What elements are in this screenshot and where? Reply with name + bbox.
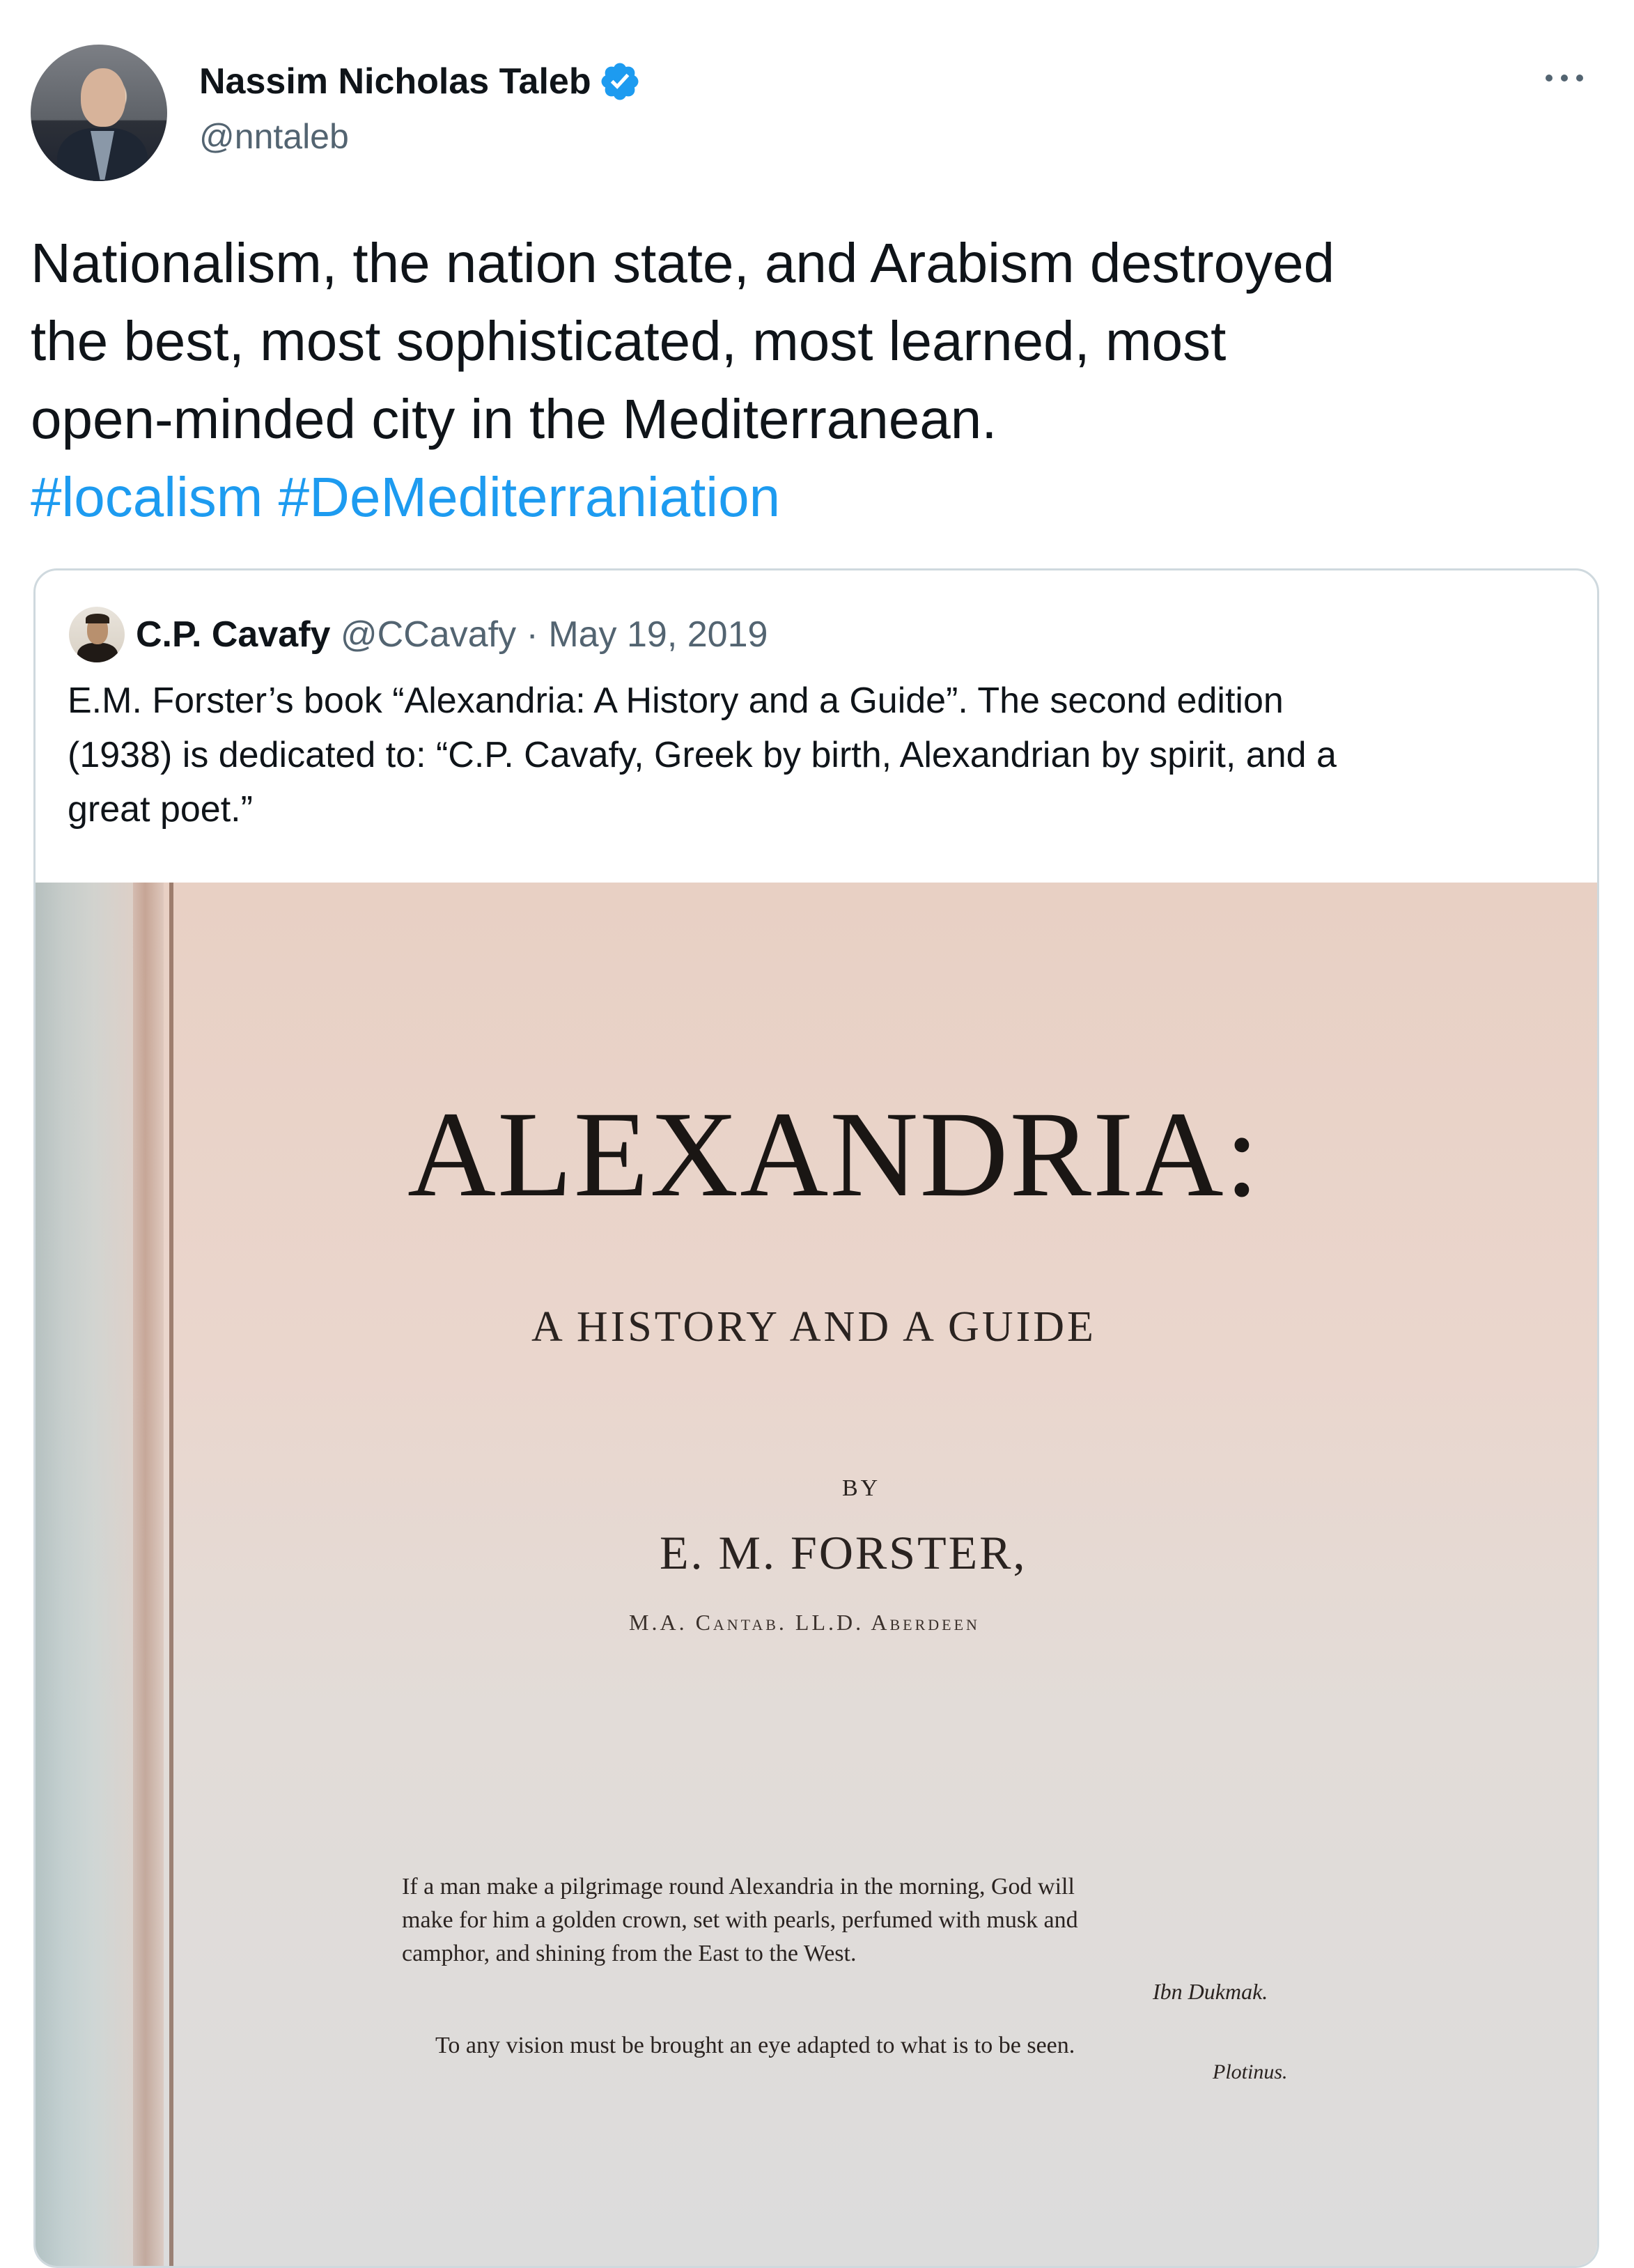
quoted-tweet-image[interactable]: ALEXANDRIA: A HISTORY AND A GUIDE BY E. …: [36, 883, 1597, 2266]
quoted-text-line: great poet.”: [68, 789, 253, 830]
quoted-avatar-hair: [86, 614, 109, 623]
quoted-meta-separator: ·: [526, 614, 538, 655]
author-handle[interactable]: @nntaleb: [199, 116, 349, 157]
tweet-text-line: Nationalism, the nation state, and Arabi…: [31, 232, 1335, 294]
epigraph-line: If a man make a pilgrimage round Alexand…: [402, 1874, 1075, 1900]
epigraph-attribution: Ibn Dukmak.: [1153, 1979, 1268, 2004]
hashtag-link[interactable]: #DeMediterraniation: [279, 466, 780, 528]
more-options-icon[interactable]: [1542, 64, 1587, 92]
author-avatar[interactable]: [31, 45, 167, 181]
book-spine: [133, 883, 164, 2266]
avatar-face: [81, 68, 125, 127]
epigraph-line: make for him a golden crown, set with pe…: [402, 1907, 1078, 1933]
epigraph-2-attribution: Plotinus.: [1213, 2060, 1288, 2083]
quoted-tweet-text: E.M. Forster’s book “Alexandria: A Histo…: [68, 674, 1572, 837]
book-epigraph-2: To any vision must be brought an eye ada…: [435, 2033, 1075, 2058]
quoted-author-avatar[interactable]: [69, 607, 125, 662]
quoted-tweet-card[interactable]: C.P. Cavafy @CCavafy · May 19, 2019 E.M.…: [33, 568, 1599, 2268]
book-epigraph: If a man make a pilgrimage round Alexand…: [402, 1870, 1335, 1971]
tweet-text: Nationalism, the nation state, and Arabi…: [31, 224, 1591, 536]
quoted-text-line: (1938) is dedicated to: “C.P. Cavafy, Gr…: [68, 735, 1337, 775]
book-gutter-line: [169, 883, 173, 2266]
quoted-tweet-date[interactable]: May 19, 2019: [548, 614, 768, 655]
author-name[interactable]: Nassim Nicholas Taleb: [199, 61, 591, 102]
quoted-author-handle[interactable]: @CCavafy: [341, 614, 516, 655]
page-edge: [36, 883, 133, 2266]
book-author-degrees: M.A. Cantab. LL.D. Aberdeen: [629, 1610, 980, 1635]
quoted-avatar-coat: [77, 643, 118, 662]
epigraph-line: camphor, and shining from the East to th…: [402, 1941, 857, 1966]
quoted-author-name[interactable]: C.P. Cavafy: [136, 614, 330, 655]
tweet-text-line: the best, most sophisticated, most learn…: [31, 310, 1227, 372]
quoted-tweet-header: C.P. Cavafy @CCavafy · May 19, 2019: [136, 612, 768, 657]
hashtag-link[interactable]: #localism: [31, 466, 263, 528]
author-name-row[interactable]: Nassim Nicholas Taleb: [199, 60, 641, 103]
verified-badge-icon: [601, 63, 639, 100]
book-author: E. M. FORSTER,: [660, 1526, 1027, 1579]
hashtag-line: #localism #DeMediterraniation: [31, 458, 1591, 536]
book-subtitle: A HISTORY AND A GUIDE: [531, 1303, 1096, 1351]
quoted-text-line: E.M. Forster’s book “Alexandria: A Histo…: [68, 681, 1284, 721]
book-by: BY: [842, 1475, 881, 1501]
tweet-text-line: open-minded city in the Mediterranean.: [31, 388, 997, 450]
book-title: ALEXANDRIA:: [407, 1087, 1261, 1222]
